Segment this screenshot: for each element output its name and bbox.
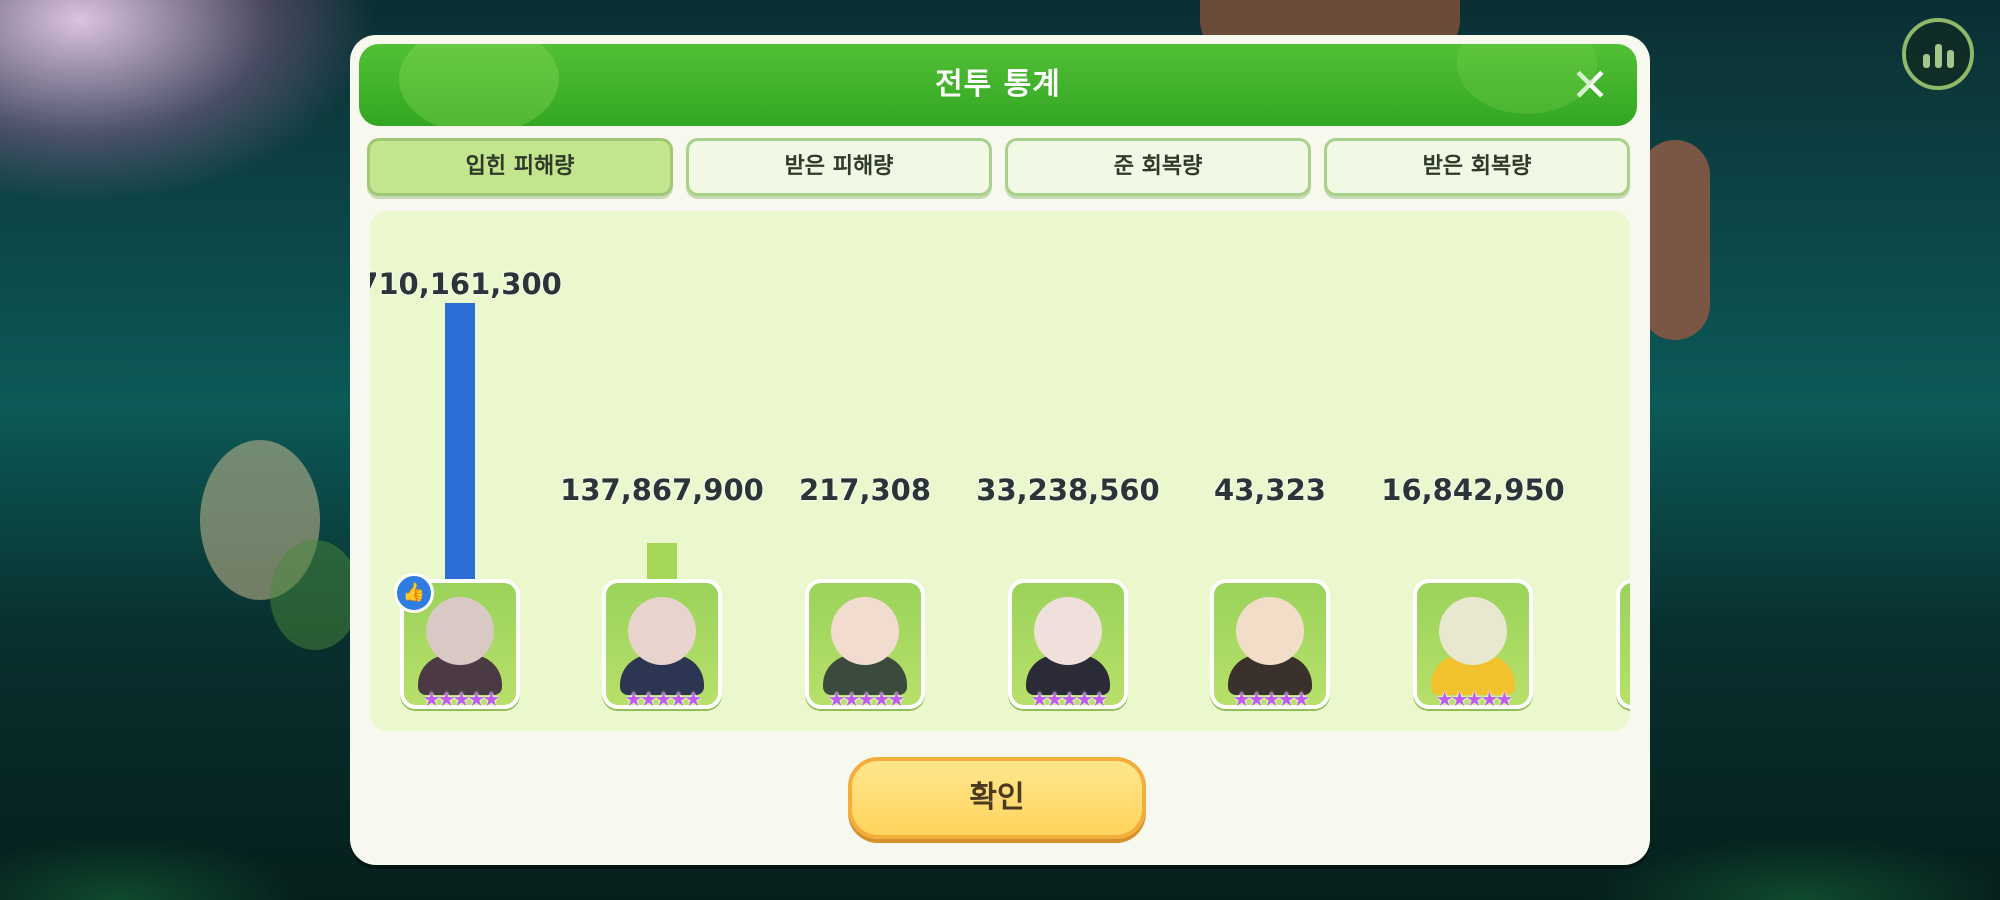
- tab-damage-dealt[interactable]: 입힌 피해량: [367, 138, 673, 196]
- bar-value-label: 33,238,560: [976, 473, 1160, 507]
- dialog-title: 전투 통계: [935, 67, 1061, 102]
- character-face: [1439, 597, 1507, 665]
- character-portrait[interactable]: ★★★★★ 👍: [394, 573, 520, 711]
- star-rating: ★★★★★: [827, 687, 906, 711]
- battle-stats-dialog: 전투 통계 ✕ 입힌 피해량 받은 피해량 준 회복량 받은 회복량 710,1…: [350, 35, 1650, 865]
- star-rating: ★★★★★: [422, 687, 501, 711]
- background-character: [1640, 140, 1710, 340]
- character-portrait[interactable]: ★★★★★: [1413, 579, 1533, 711]
- character-face: [426, 597, 494, 665]
- character-portrait[interactable]: ★★★★★: [602, 579, 722, 711]
- stats-tabs: 입힌 피해량 받은 피해량 준 회복량 받은 회복량: [367, 138, 1632, 198]
- dialog-header: 전투 통계 ✕: [359, 44, 1637, 126]
- character-face: [1236, 597, 1304, 665]
- character-face: [628, 597, 696, 665]
- character-portrait[interactable]: ★★★★★: [805, 579, 925, 711]
- stats-toggle-button[interactable]: [1902, 18, 1974, 90]
- bar-value-label: 137,867,900: [560, 473, 764, 507]
- bar-value-label: 710,161,300: [370, 267, 562, 301]
- background-character: [270, 540, 360, 650]
- character-portrait[interactable]: ★★★★★: [1210, 579, 1330, 711]
- close-icon[interactable]: ✕: [1567, 62, 1613, 108]
- tab-healing-received[interactable]: 받은 회복량: [1324, 138, 1630, 196]
- star-rating: ★★★★★: [1622, 687, 1630, 711]
- star-rating: ★★★★★: [1435, 687, 1514, 711]
- confirm-button[interactable]: 확인: [848, 757, 1146, 839]
- bar-chart-icon: [1946, 50, 1954, 68]
- bar-value-label: 43,323: [1214, 473, 1326, 507]
- character-face: [831, 597, 899, 665]
- star-rating: ★★★★★: [1232, 687, 1311, 711]
- tab-healing-done[interactable]: 준 회복량: [1005, 138, 1311, 196]
- chart-bar: [445, 303, 475, 601]
- bar-chart-icon: [1934, 44, 1942, 68]
- bar-value-label: 16,842,950: [1381, 473, 1565, 507]
- mvp-badge-icon: 👍: [394, 573, 434, 613]
- tab-damage-taken[interactable]: 받은 피해량: [686, 138, 992, 196]
- star-rating: ★★★★★: [624, 687, 703, 711]
- character-portrait[interactable]: ★★★★★: [1616, 579, 1630, 709]
- damage-chart: 710,161,300 ★★★★★ 👍 137,867,900 ★★★★★ 217,308…: [370, 211, 1630, 731]
- bar-chart-icon: [1922, 54, 1930, 68]
- character-face: [1034, 597, 1102, 665]
- bar-value-label: 217,308: [798, 473, 932, 507]
- star-rating: ★★★★★: [1030, 687, 1109, 711]
- character-portrait[interactable]: ★★★★★: [1008, 579, 1128, 711]
